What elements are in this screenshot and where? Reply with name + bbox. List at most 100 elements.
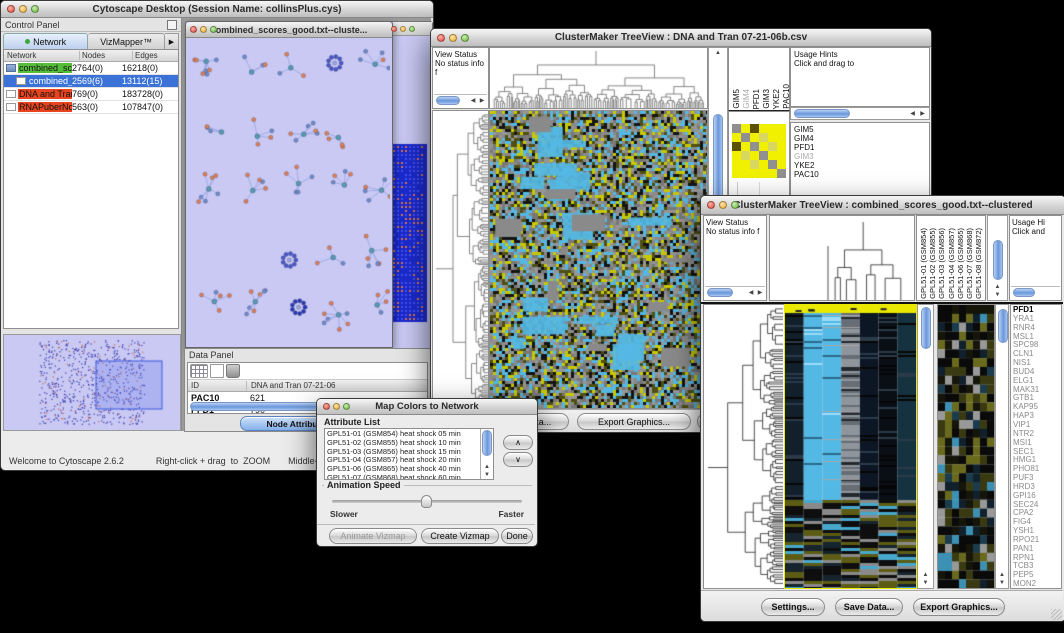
matrix-cell[interactable] bbox=[750, 133, 759, 142]
settings-button[interactable]: Settings... bbox=[761, 598, 825, 616]
gene-label[interactable]: GIM5 bbox=[732, 89, 741, 109]
matrix-cell[interactable] bbox=[741, 124, 750, 133]
view-status-hscrollbar[interactable]: ◀ ▶ bbox=[434, 94, 487, 107]
minimize-icon[interactable] bbox=[200, 26, 207, 33]
labels-vscrollbar[interactable]: ▲ ▼ bbox=[987, 215, 1008, 301]
matrix-cell[interactable] bbox=[777, 169, 786, 178]
matrix-cell[interactable] bbox=[732, 124, 741, 133]
network-view-window[interactable]: combined_scores_good.txt--cluste... bbox=[185, 21, 393, 348]
matrix-cell[interactable] bbox=[768, 160, 777, 169]
done-button[interactable]: Done bbox=[501, 528, 533, 544]
treeview-combined-titlebar[interactable]: ClusterMaker TreeView : combined_scores_… bbox=[701, 196, 1064, 215]
gene-label[interactable]: GIM4 bbox=[742, 89, 751, 109]
close-icon[interactable] bbox=[707, 201, 715, 209]
zoom-window-icon[interactable] bbox=[409, 26, 415, 32]
network-row[interactable]: combined_scores 2764(0) 16218(0) bbox=[4, 62, 178, 75]
gene-list-item[interactable]: PAC10 bbox=[794, 170, 929, 179]
minimize-icon[interactable] bbox=[719, 201, 727, 209]
column-label[interactable]: GPL51-01 (GSM854) bbox=[919, 228, 928, 299]
export-graphics-button[interactable]: Export Graphics... bbox=[577, 413, 691, 430]
delete-attribute-icon[interactable] bbox=[226, 364, 240, 378]
attribute-listbox[interactable]: GPL51-01 (GSM854) heat shock 05 minGPL51… bbox=[324, 428, 494, 480]
close-icon[interactable] bbox=[391, 26, 397, 32]
matrix-cell[interactable] bbox=[759, 142, 768, 151]
gene-label[interactable]: YKE2 bbox=[772, 89, 781, 109]
matrix-cell[interactable] bbox=[759, 124, 768, 133]
matrix-cell[interactable] bbox=[759, 133, 768, 142]
close-icon[interactable] bbox=[190, 26, 197, 33]
slider-thumb[interactable] bbox=[421, 495, 432, 508]
treeview-dna-titlebar[interactable]: ClusterMaker TreeView : DNA and Tran 07-… bbox=[431, 29, 931, 47]
attribute-vscrollbar[interactable]: ▲ ▼ bbox=[480, 429, 493, 479]
matrix-cell[interactable] bbox=[750, 160, 759, 169]
minimize-icon[interactable] bbox=[400, 26, 406, 32]
save-data-button[interactable]: Save Data... bbox=[835, 598, 903, 616]
matrix-cell[interactable] bbox=[750, 169, 759, 178]
network-window-back[interactable] bbox=[387, 21, 433, 353]
column-label[interactable]: GPL51-08 (GSM872) bbox=[974, 228, 983, 299]
matrix-cell[interactable] bbox=[768, 124, 777, 133]
animate-vizmap-button[interactable]: Animate Vizmap bbox=[329, 528, 417, 544]
gene-label[interactable]: PFD1 bbox=[752, 89, 761, 109]
matrix-cell[interactable] bbox=[777, 160, 786, 169]
usage-hscrollbar[interactable]: ◀ ▶ bbox=[790, 107, 930, 120]
minimize-icon[interactable] bbox=[449, 34, 457, 42]
cytoscape-titlebar[interactable]: Cytoscape Desktop (Session Name: collins… bbox=[1, 1, 433, 18]
matrix-cell[interactable] bbox=[732, 142, 741, 151]
network-row[interactable]: RNAPuberNov2+ 563(0) 107847(0) bbox=[4, 101, 178, 114]
new-attribute-icon[interactable] bbox=[210, 364, 224, 378]
close-icon[interactable] bbox=[7, 5, 15, 13]
heatmap-combined[interactable] bbox=[784, 304, 917, 589]
zoom-window-icon[interactable] bbox=[731, 201, 739, 209]
gene-label[interactable]: PAC10 bbox=[782, 84, 790, 109]
float-panel-icon[interactable] bbox=[167, 20, 177, 30]
minimize-icon[interactable] bbox=[333, 403, 340, 410]
usage2-hscrollbar[interactable] bbox=[1011, 286, 1060, 299]
window-controls[interactable] bbox=[1, 5, 39, 13]
matrix-cell[interactable] bbox=[768, 169, 777, 178]
matrix-cell[interactable] bbox=[777, 142, 786, 151]
gene-list-item[interactable]: MON2 bbox=[1013, 580, 1061, 589]
resize-grip[interactable] bbox=[1051, 609, 1062, 620]
export-graphics-button[interactable]: Export Graphics... bbox=[913, 598, 1005, 616]
matrix-cell[interactable] bbox=[777, 151, 786, 160]
column-label[interactable]: GPL51-03 (GSM856) bbox=[937, 228, 946, 299]
table-icon[interactable] bbox=[190, 364, 208, 378]
birdseye-canvas[interactable] bbox=[4, 335, 178, 428]
matrix-cell[interactable] bbox=[750, 151, 759, 160]
matrix-cell[interactable] bbox=[768, 142, 777, 151]
heatmap-dna[interactable] bbox=[489, 110, 708, 409]
animation-speed-slider[interactable] bbox=[332, 500, 522, 503]
column-label[interactable]: GPL51-06 (GSM865) bbox=[956, 228, 965, 299]
column-label[interactable]: GPL51-07 (GSM868) bbox=[965, 228, 974, 299]
zoom-window-icon[interactable] bbox=[210, 26, 217, 33]
tab-network[interactable]: Network bbox=[3, 33, 88, 50]
gene-list-item[interactable]: YKE2 bbox=[794, 161, 929, 170]
zoom-window-icon[interactable] bbox=[343, 403, 350, 410]
create-vizmap-button[interactable]: Create Vizmap bbox=[421, 528, 499, 544]
matrix-cell[interactable] bbox=[768, 151, 777, 160]
gene-label[interactable]: GIM3 bbox=[762, 89, 771, 109]
matrix-cell[interactable] bbox=[732, 169, 741, 178]
close-icon[interactable] bbox=[323, 403, 330, 410]
row-dendrogram-combined[interactable] bbox=[703, 304, 784, 589]
matrix-cell[interactable] bbox=[741, 151, 750, 160]
matrix-cell[interactable] bbox=[750, 142, 759, 151]
close-icon[interactable] bbox=[437, 34, 445, 42]
gene-list-combined-panel[interactable]: PFD1YRA1RNR4MSL1SPC98CLN1NIS1BUD4ELG1MAK… bbox=[1010, 304, 1062, 589]
tab-vizmapper[interactable]: VizMapper™ bbox=[88, 33, 165, 50]
tab-overflow-icon[interactable]: ▶ bbox=[165, 33, 179, 50]
birdseye-panel[interactable] bbox=[3, 334, 181, 431]
column-dendrogram-dna[interactable] bbox=[489, 47, 708, 109]
column-dendrogram-combined[interactable] bbox=[769, 215, 915, 301]
network-row[interactable]: DNA and Tran 07 769(0) 183728(0) bbox=[4, 88, 178, 101]
dense-network-canvas[interactable] bbox=[388, 36, 430, 352]
matrix-cell[interactable] bbox=[759, 169, 768, 178]
zoom-window-icon[interactable] bbox=[461, 34, 469, 42]
matrix-cell[interactable] bbox=[732, 160, 741, 169]
gene-list-item[interactable]: GIM4 bbox=[794, 134, 929, 143]
matrix-cell[interactable] bbox=[732, 133, 741, 142]
gene-list-item[interactable]: GIM3 bbox=[794, 152, 929, 161]
move-down-button[interactable]: ∨ bbox=[503, 452, 533, 467]
gene-list-item[interactable]: GIM5 bbox=[794, 125, 929, 134]
